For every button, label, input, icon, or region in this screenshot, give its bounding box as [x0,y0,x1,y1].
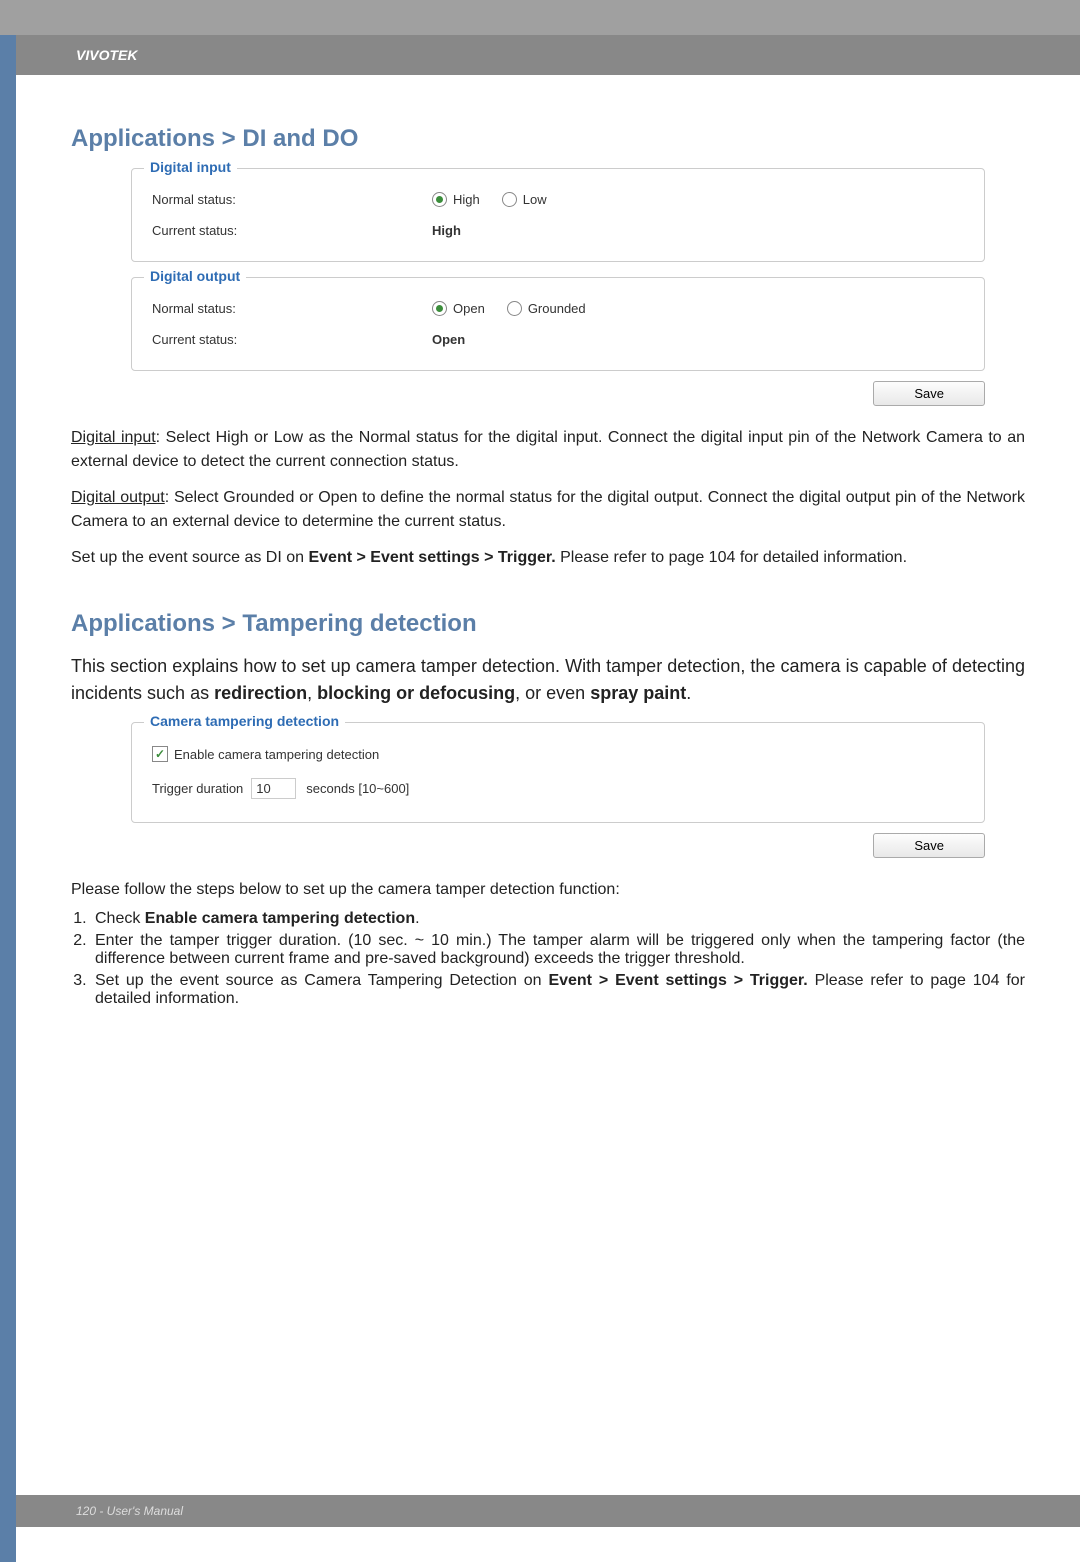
label-di-current: Current status: [152,223,432,238]
fieldset-digital-input: Digital input Normal status: High Low Cu… [131,168,985,262]
fieldset-digital-output: Digital output Normal status: Open Groun… [131,277,985,371]
intro-end: . [686,683,691,703]
save-row-1: Save [131,381,985,406]
section-title-tampering: Applications > Tampering detection [71,610,1025,638]
legend-tampering: Camera tampering detection [144,713,345,729]
fieldset-tampering: Camera tampering detection Enable camera… [131,722,985,823]
intro-b2: blocking or defocusing [317,683,515,703]
row-trigger-duration: Trigger duration seconds [10~600] [152,770,964,807]
intro-b1: redirection [214,683,307,703]
para-tampering-intro: This section explains how to set up came… [71,653,1025,707]
footer-bar: 120 - User's Manual [16,1495,1080,1527]
page-content: Applications > DI and DO Digital input N… [16,75,1080,1036]
row-di-normal: Normal status: High Low [152,184,964,215]
header-bar: VIVOTEK [16,35,1080,75]
label-di-normal: Normal status: [152,192,432,207]
radio-open[interactable] [432,301,447,316]
section-title-dido: Applications > DI and DO [71,125,1025,153]
save-button-dido[interactable]: Save [873,381,985,406]
brand-label: VIVOTEK [76,47,137,63]
label-trigger-duration: Trigger duration [152,781,243,796]
value-do-current: Open [432,332,465,347]
step-3: Set up the event source as Camera Tamper… [91,972,1025,1008]
radio-high-label: High [453,192,480,207]
underline-digital-output: Digital output [71,489,165,506]
row-enable-tampering: Enable camera tampering detection [152,738,964,770]
steps-list: Check Enable camera tampering detection.… [71,910,1025,1008]
label-trigger-suffix: seconds [10~600] [306,781,409,796]
text-event-1: Set up the event source as DI on [71,549,308,566]
step1-b: Enable camera tampering detection [145,910,415,927]
legend-digital-output: Digital output [144,268,246,284]
para-event-source: Set up the event source as DI on Event >… [71,546,1025,570]
para-digital-input: Digital input: Select High or Low as the… [71,426,1025,474]
manual-page: VIVOTEK Applications > DI and DO Digital… [0,35,1080,1562]
radio-group-di: High Low [432,192,547,207]
row-di-current: Current status: High [152,215,964,246]
para-digital-output: Digital output: Select Grounded or Open … [71,486,1025,534]
footer-text: 120 - User's Manual [76,1504,183,1518]
checkbox-enable-tampering[interactable] [152,746,168,762]
radio-open-label: Open [453,301,485,316]
intro-mid2: , or even [515,683,590,703]
input-trigger-duration[interactable] [251,778,296,799]
legend-digital-input: Digital input [144,159,237,175]
underline-digital-input: Digital input [71,429,156,446]
radio-low[interactable] [502,192,517,207]
step-1: Check Enable camera tampering detection. [91,910,1025,928]
radio-low-label: Low [523,192,547,207]
value-di-current: High [432,223,461,238]
intro-b3: spray paint [590,683,686,703]
label-do-normal: Normal status: [152,301,432,316]
left-accent-stripe [0,35,16,1562]
intro-mid: , [307,683,317,703]
save-button-tampering[interactable]: Save [873,833,985,858]
radio-high[interactable] [432,192,447,207]
text-event-bold: Event > Event settings > Trigger. [308,549,555,566]
radio-grounded[interactable] [507,301,522,316]
row-do-normal: Normal status: Open Grounded [152,293,964,324]
radio-grounded-label: Grounded [528,301,586,316]
text-do-rest: : Select Grounded or Open to define the … [71,489,1025,530]
row-do-current: Current status: Open [152,324,964,355]
step-2: Enter the tamper trigger duration. (10 s… [91,932,1025,968]
label-enable-tampering: Enable camera tampering detection [174,747,379,762]
steps-intro: Please follow the steps below to set up … [71,878,1025,902]
step1-c: . [415,910,419,927]
step3-b: Event > Event settings > Trigger. [548,972,807,989]
step1-a: Check [95,910,145,927]
save-row-2: Save [131,833,985,858]
text-di-rest: : Select High or Low as the Normal statu… [71,429,1025,470]
radio-group-do: Open Grounded [432,301,586,316]
label-do-current: Current status: [152,332,432,347]
step3-a: Set up the event source as Camera Tamper… [95,972,548,989]
text-event-2: Please refer to page 104 for detailed in… [556,549,907,566]
